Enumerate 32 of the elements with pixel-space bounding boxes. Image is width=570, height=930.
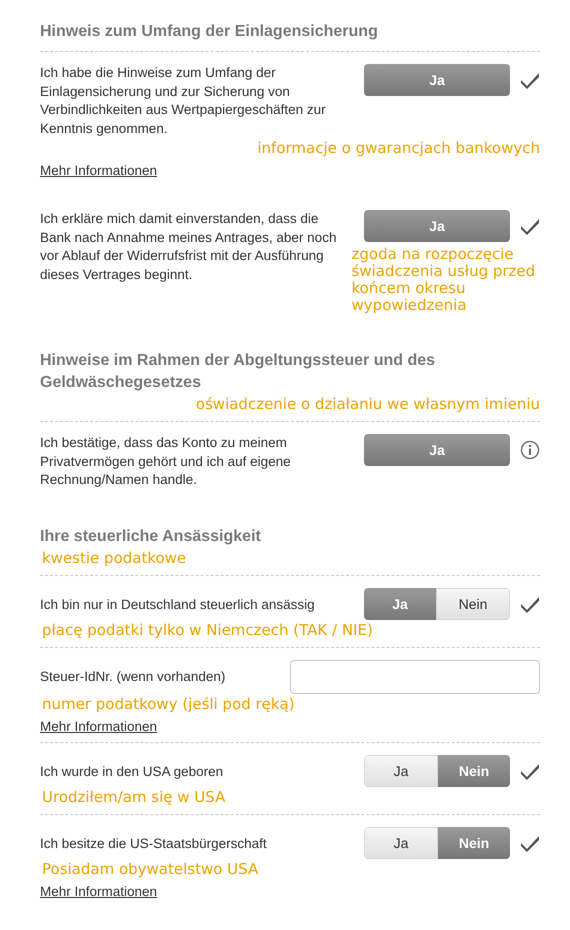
annotation: kwestie podatkowe <box>42 550 186 566</box>
row-label: Ich wurde in den USA geboren <box>40 762 224 781</box>
answer-button[interactable]: Nein <box>438 754 510 786</box>
more-info-link[interactable]: Mehr Informationen <box>40 884 158 898</box>
answer-button[interactable]: Ja <box>364 826 438 858</box>
answer-button[interactable]: Ja <box>364 754 438 786</box>
answer-button[interactable]: Nein <box>436 588 510 620</box>
row-label: Ich habe die Hinweise zum Umfang der Einlagensicherung und zur Sicherung von Verbindlichkeiten aus Wertpapiergeschäften zur Kenntnis genommen. <box>40 64 327 138</box>
section-title: Hinweise im Rahmen der Abgeltungssteuer und des Geldwäschegesetzes <box>40 351 436 393</box>
row-label: Ich bestätige, dass das Konto zu meinem Privatvermögen gehört und ich auf eigene Rechnung/Namen handle. <box>40 434 292 489</box>
annotation: Urodziłem/am się w USA <box>42 788 226 806</box>
answer-button[interactable]: Ja <box>364 434 510 466</box>
section-title: Ihre steuerliche Ansässigkeit <box>40 526 262 546</box>
row-label: Ich erkläre mich damit einverstanden, dass die Bank nach Annahme meines Antrages, aber noch vor Ablauf der Widerrufsfrist mit der Ausführung dieses Vertrages beginnt. <box>40 210 338 284</box>
more-info-link[interactable]: Mehr Informationen <box>40 718 158 734</box>
answer-button[interactable]: Ja <box>364 64 510 96</box>
annotation: oświadczenie o działaniu we własnym imieniu <box>194 396 540 413</box>
input-field[interactable] <box>290 660 540 694</box>
answer-button[interactable]: Ja <box>364 210 510 242</box>
annotation: zgoda na rozpoczęcie świadczenia usług przed końcem okresu wypowiedzenia <box>352 246 536 314</box>
row-label: Steuer-IdNr. (wenn vorhanden) <box>40 668 226 686</box>
row-label: Ich besitze die US-Staatsbürgerschaft <box>40 834 268 853</box>
row-label: Ich bin nur in Deutschland steuerlich ansässig <box>40 596 316 614</box>
more-info-link[interactable]: Mehr Informationen <box>40 163 158 178</box>
answer-button[interactable]: Ja <box>364 588 436 620</box>
section-title: Hinweis zum Umfang der Einlagensicherung <box>40 22 379 42</box>
info-icon[interactable] <box>520 440 540 460</box>
annotation: informacje o gwarancjach bankowych <box>256 140 540 157</box>
annotation: numer podatkowy (jeśli pod ręką) <box>42 696 295 712</box>
annotation: płacę podatki tylko w Niemczech (TAK / NIE) <box>42 622 373 638</box>
annotation: Posiadam obywatelstwo USA <box>42 860 258 878</box>
answer-button[interactable]: Nein <box>438 826 510 858</box>
